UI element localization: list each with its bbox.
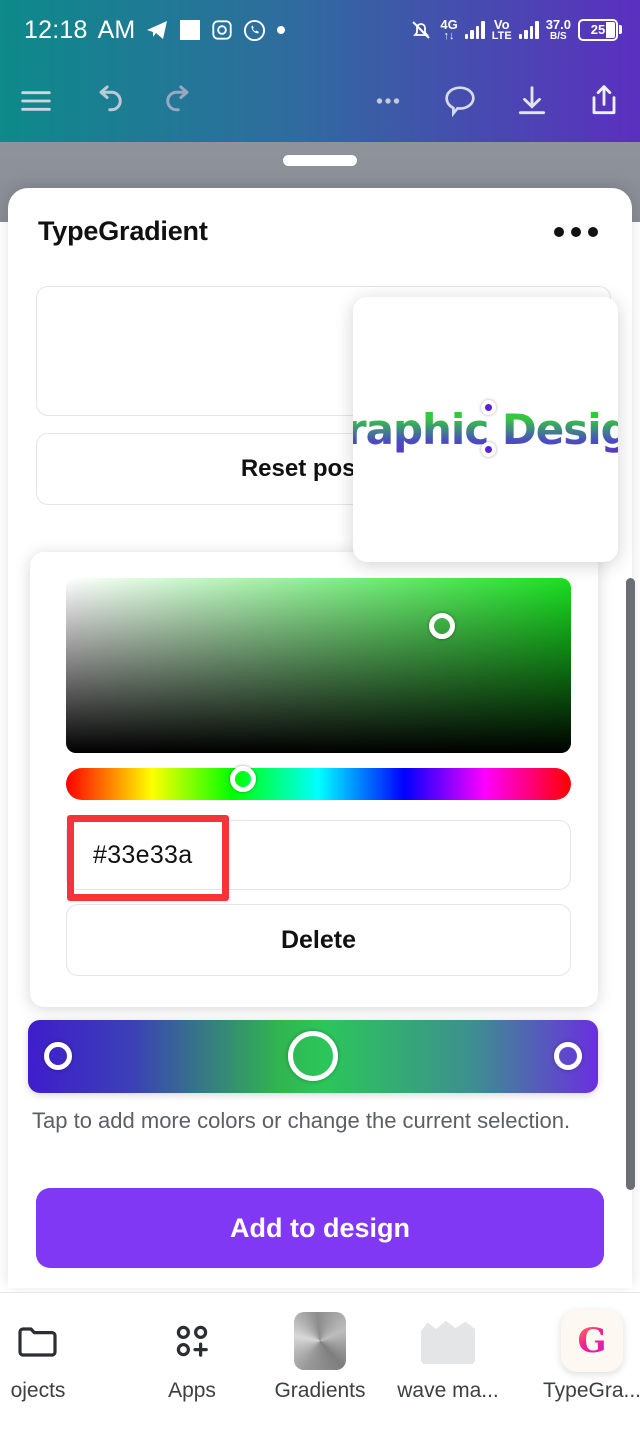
saturation-value-handle[interactable] — [429, 613, 455, 639]
gradient-hint-text: Tap to add more colors or change the cur… — [32, 1108, 571, 1133]
hex-color-input[interactable]: #33e33a — [66, 820, 571, 890]
network-speed: 37.0 B/S — [545, 16, 571, 42]
gradient-stops-bar[interactable] — [28, 1020, 598, 1093]
phone-screen: 12:18 AM 4G ↑↓ Vo LTE 37.0 B/S 25 TypeGr… — [0, 0, 640, 1433]
kebab-menu-icon[interactable] — [550, 219, 602, 245]
whatsapp-icon — [243, 19, 266, 42]
share-upload-icon[interactable] — [568, 65, 640, 137]
status-ampm: AM — [97, 15, 136, 44]
status-bar-left: 12:18 AM — [0, 16, 286, 45]
gradient-handle-dot-top[interactable] — [481, 400, 496, 415]
sidebar-item-projects[interactable]: ojects — [0, 1293, 102, 1403]
text-preview-card[interactable]: Graphic Design — [353, 297, 618, 562]
network-type-volte: Vo LTE — [491, 16, 512, 42]
more-horizontal-icon[interactable] — [352, 65, 424, 137]
typegradient-app-icon: G — [561, 1310, 623, 1372]
signal-bars-2 — [518, 20, 539, 39]
sidebar-item-label: Apps — [168, 1379, 216, 1402]
wave-icon — [421, 1313, 475, 1369]
saturation-value-area[interactable] — [66, 578, 571, 753]
white-square-icon — [179, 19, 201, 41]
gradient-square-icon — [294, 1312, 346, 1370]
sheet-drag-handle[interactable] — [283, 155, 357, 166]
battery-indicator: 25 — [578, 18, 622, 41]
apps-grid-plus-icon — [169, 1313, 215, 1369]
sidebar-item-label: wave ma... — [397, 1379, 499, 1402]
network-type-4g: 4G ↑↓ — [440, 16, 458, 42]
instagram-icon — [211, 19, 233, 41]
undo-icon[interactable] — [72, 65, 144, 137]
sheet-header: TypeGradient — [8, 188, 632, 261]
sidebar-item-label: Gradients — [274, 1379, 366, 1402]
delete-color-button[interactable]: Delete — [66, 904, 571, 976]
status-bar-right: 4G ↑↓ Vo LTE 37.0 B/S 25 — [409, 18, 640, 42]
download-icon[interactable] — [496, 65, 568, 137]
telegram-icon — [145, 18, 169, 42]
hue-slider-handle[interactable] — [230, 766, 256, 792]
add-to-design-button[interactable]: Add to design — [36, 1188, 604, 1268]
bottom-navigation: ojects Apps Gradients wave ma... G TypeG… — [0, 1292, 640, 1433]
sidebar-item-gradients[interactable]: Gradients — [256, 1293, 384, 1403]
hue-slider-track[interactable] — [66, 768, 571, 800]
color-picker-panel: #33e33a Delete — [30, 552, 598, 1007]
gradient-handle-dot-bottom[interactable] — [481, 442, 496, 457]
app-icon-letter: G — [577, 1321, 607, 1361]
gradient-stop-2[interactable] — [554, 1042, 582, 1070]
folder-icon — [13, 1313, 63, 1369]
comment-bubble-icon[interactable] — [424, 65, 496, 137]
status-time: 12:18 — [24, 15, 88, 44]
gradient-stop-1-selected[interactable] — [288, 1031, 338, 1081]
page-title: TypeGradient — [38, 216, 208, 246]
sidebar-item-label: ojects — [10, 1379, 66, 1402]
sidebar-item-label: TypeGra... — [542, 1379, 640, 1402]
sheet-scrollbar[interactable] — [626, 578, 635, 1190]
bell-off-icon — [409, 18, 433, 42]
redo-icon[interactable] — [144, 65, 216, 137]
gradient-stop-0[interactable] — [44, 1042, 72, 1070]
hamburger-menu-icon[interactable] — [0, 65, 72, 137]
dot-icon — [276, 25, 286, 35]
signal-bars-1 — [464, 20, 485, 39]
sidebar-item-apps[interactable]: Apps — [128, 1293, 256, 1403]
sidebar-item-wave-maker[interactable]: wave ma... — [384, 1293, 512, 1403]
app-toolbar — [0, 60, 640, 142]
status-bar: 12:18 AM 4G ↑↓ Vo LTE 37.0 B/S 25 — [0, 0, 640, 60]
sidebar-item-typegradient[interactable]: G TypeGra... — [528, 1293, 640, 1403]
